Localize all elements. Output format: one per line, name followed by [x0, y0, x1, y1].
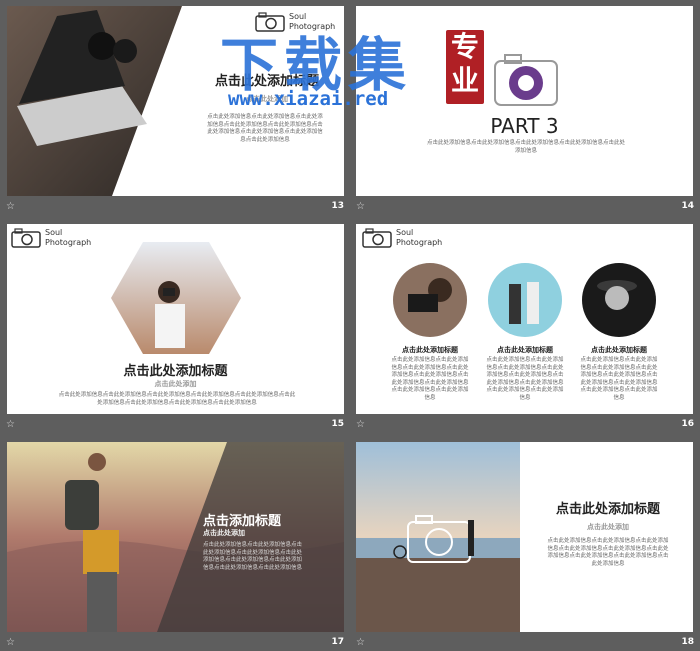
logo-text-line2: Photograph	[45, 238, 92, 247]
slide-15-bar: ☆ 15	[0, 417, 350, 433]
logo: Soul Photograph	[362, 228, 442, 248]
slide-17[interactable]: 点击添加标题 点击此处添加 点击此处添加信息点击此处添加信息点击此处添加信息点击…	[7, 442, 344, 632]
slide-16-bar: ☆ 16	[350, 417, 700, 433]
camera-icon	[362, 228, 392, 248]
star-icon[interactable]: ☆	[6, 201, 15, 212]
slide-16[interactable]: Soul Photograph 点击此处添加标题 点击此处添加信息点击此处添加信…	[356, 224, 693, 414]
slide-13-bar: ☆ 13	[0, 199, 350, 215]
body-2: 点击此处添加信息点击此处添加信息点击此处添加信息点击此处添加信息点击此处添加信息…	[486, 357, 564, 401]
hiker-photo	[7, 442, 344, 632]
slide-15-body: 点击此处添加信息点击此处添加信息点击此处添加信息点击此处添加信息点击此处添加信息…	[58, 392, 296, 406]
body-3: 点击此处添加信息点击此处添加信息点击此处添加信息点击此处添加信息点击此处添加信息…	[580, 357, 658, 401]
slide-18-title: 点击此处添加标题	[555, 502, 660, 517]
slide-18-body: 点击此处添加信息点击此处添加信息点击此处添加信息点击此处添加信息点击此处添加信息…	[547, 538, 669, 567]
caption-3: 点击此处添加标题	[591, 346, 647, 354]
star-icon[interactable]: ☆	[6, 419, 15, 430]
slide-14-title: PART 3	[490, 114, 559, 138]
slide-18[interactable]: 点击此处添加标题 点击此处添加 点击此处添加信息点击此处添加信息点击此处添加信息…	[356, 442, 693, 632]
body-1: 点击此处添加信息点击此处添加信息点击此处添加信息点击此处添加信息点击此处添加信息…	[391, 357, 469, 401]
circle-photo-1	[393, 263, 467, 337]
logo-text-line2: Photograph	[396, 238, 443, 247]
logo: Soul Photograph	[11, 228, 91, 248]
seaside-photo	[356, 442, 520, 632]
slide-number: 14	[681, 201, 694, 211]
slide-15[interactable]: Soul Photograph 点击此处添加标题 点击此处添加 点击此处添加信息…	[7, 224, 344, 414]
watermark-seal: 专业	[446, 30, 484, 104]
watermark-url: www.xiazai.red	[228, 88, 389, 110]
slide-number: 17	[331, 637, 344, 647]
slide-15-title: 点击此处添加标题	[123, 364, 228, 379]
slide-14-bar: ☆ 14	[350, 199, 700, 215]
slide-18-subtitle: 点击此处添加	[587, 523, 629, 531]
slide-13-body: 点击此处添加信息点击此处添加信息点击此处添加信息点击此处添加信息点击此处添加信息…	[207, 114, 323, 143]
star-icon[interactable]: ☆	[6, 637, 15, 648]
logo-text-line1: Soul	[45, 228, 63, 237]
star-icon[interactable]: ☆	[356, 637, 365, 648]
slide-17-body: 点击此处添加信息点击此处添加信息点击此处添加信息点击此处添加信息点击此处添加信息…	[203, 542, 303, 571]
laptop-photo	[7, 6, 182, 196]
slide-number: 16	[681, 419, 694, 429]
star-icon[interactable]: ☆	[356, 419, 365, 430]
hexagon-photo	[111, 242, 241, 354]
slide-14-subtitle: 点击此处添加信息点击此处添加信息点击此处添加信息点击此处添加信息点击此处添加信息	[426, 140, 625, 154]
slide-17-subtitle: 点击此处添加	[203, 529, 245, 537]
caption-1: 点击此处添加标题	[402, 346, 458, 354]
slide-17-title: 点击添加标题	[203, 514, 282, 529]
slide-number: 15	[331, 419, 344, 429]
logo-text-line1: Soul	[396, 228, 414, 237]
slide-number: 13	[331, 201, 344, 211]
circle-photo-2	[488, 263, 562, 337]
slide-number: 18	[681, 637, 694, 647]
camera-icon	[11, 228, 41, 248]
star-icon[interactable]: ☆	[356, 201, 365, 212]
caption-2: 点击此处添加标题	[497, 346, 553, 354]
camera-lens-icon	[494, 54, 558, 106]
circle-photo-3	[582, 263, 656, 337]
slide-15-subtitle: 点击此处添加	[154, 380, 197, 388]
